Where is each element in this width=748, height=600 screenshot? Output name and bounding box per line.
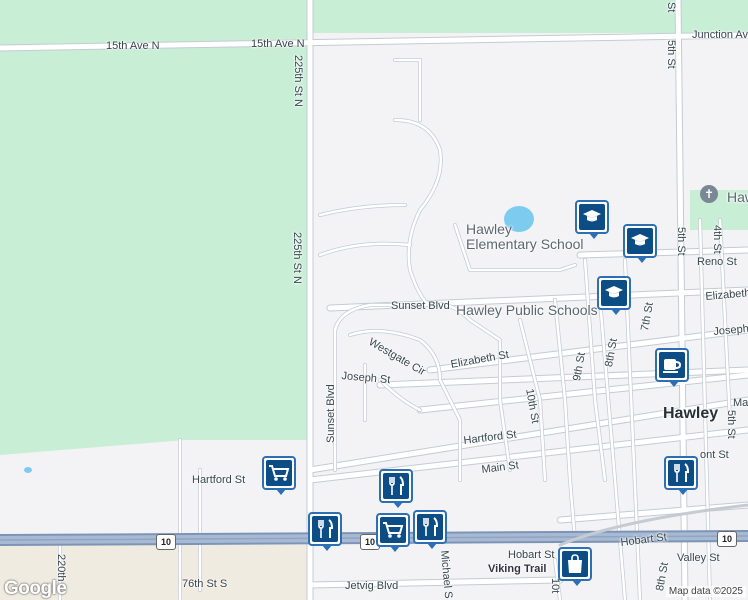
street-label-hobart-st-west: Hobart St (508, 549, 555, 561)
poi-restaurant-3[interactable] (413, 510, 447, 549)
shopping-cart-icon (383, 522, 404, 538)
poi-restaurant-2[interactable] (308, 512, 342, 551)
fork-knife-icon (389, 476, 405, 495)
street-label-jetvig-blvd: Jetvig Blvd (345, 580, 399, 592)
poi-school-public[interactable] (597, 276, 631, 315)
poi-restaurant-1[interactable] (379, 469, 413, 508)
street-label-225th-st-n-top: 225th St N (292, 55, 304, 107)
street-label-5th-st-top-b: St (665, 2, 677, 13)
map-canvas[interactable] (0, 0, 748, 600)
fork-knife-icon (318, 519, 334, 538)
street-label-5th-st-low: 5th St (725, 410, 737, 439)
poi-school-elementary[interactable] (575, 200, 609, 239)
street-label-hartford-st-west: Hartford St (192, 474, 246, 486)
graduation-cap-icon (583, 210, 601, 222)
street-label-225th-st-n-mid: 225th St N (291, 232, 303, 284)
coffee-cup-icon (663, 359, 682, 373)
poi-school-2[interactable] (623, 224, 657, 263)
street-label-4th-st: 4th St (711, 225, 723, 254)
street-label-reno-st: Reno St (697, 256, 737, 268)
place-label-hawley-church: Hawl (727, 189, 748, 205)
poi-shopping[interactable] (558, 547, 592, 586)
park-area-north (310, 0, 748, 33)
street-label-76th-st-s: 76th St S (182, 578, 228, 590)
street-label-sunset-blvd-h: Sunset Blvd (391, 300, 450, 312)
road-label-viking-trail: Viking Trail (488, 563, 547, 575)
church-icon[interactable]: ✝ (700, 185, 718, 203)
fork-knife-icon (423, 517, 439, 536)
poi-restaurant-4[interactable] (664, 456, 698, 495)
shopping-cart-icon (269, 465, 290, 481)
street-label-15th-ave-n-east: 15th Ave N (251, 38, 305, 50)
place-label-hawley-public-schools[interactable]: Hawley Public Schools (456, 303, 598, 317)
us-10-shield-east: 10 (717, 531, 737, 547)
street-label-ma: Ma (733, 397, 748, 409)
place-label-hawley-elementary-school[interactable]: Hawley Elementary School (466, 222, 584, 252)
street-label-10th-low: 10t (549, 578, 561, 594)
graduation-cap-icon (605, 286, 623, 298)
fork-knife-icon (674, 463, 690, 482)
map-attribution[interactable]: Map data ©2025 (665, 586, 746, 597)
street-label-15th-ave-n-west: 15th Ave N (106, 40, 160, 52)
street-label-valley-st: Valley St (677, 552, 720, 564)
place-label-hawley[interactable]: Hawley (663, 406, 718, 422)
poi-grocery-west[interactable] (262, 456, 296, 495)
google-logo[interactable]: Google (4, 578, 67, 600)
street-label-sunset-blvd-v: Sunset Blvd (325, 384, 337, 443)
shopping-bag-icon (568, 554, 582, 573)
us-10-shield-west: 10 (156, 534, 176, 550)
graduation-cap-icon (631, 234, 649, 246)
street-label-5th-st-top: 5th St (665, 40, 677, 69)
park-area-west (0, 0, 310, 440)
street-label-5th-st-mid: 5th St (675, 227, 687, 256)
poi-cafe[interactable] (655, 348, 689, 387)
poi-grocery-east[interactable] (376, 513, 410, 552)
street-label-front-st: ont St (700, 449, 729, 461)
street-label-junction-ave: Junction Ave (692, 29, 748, 41)
